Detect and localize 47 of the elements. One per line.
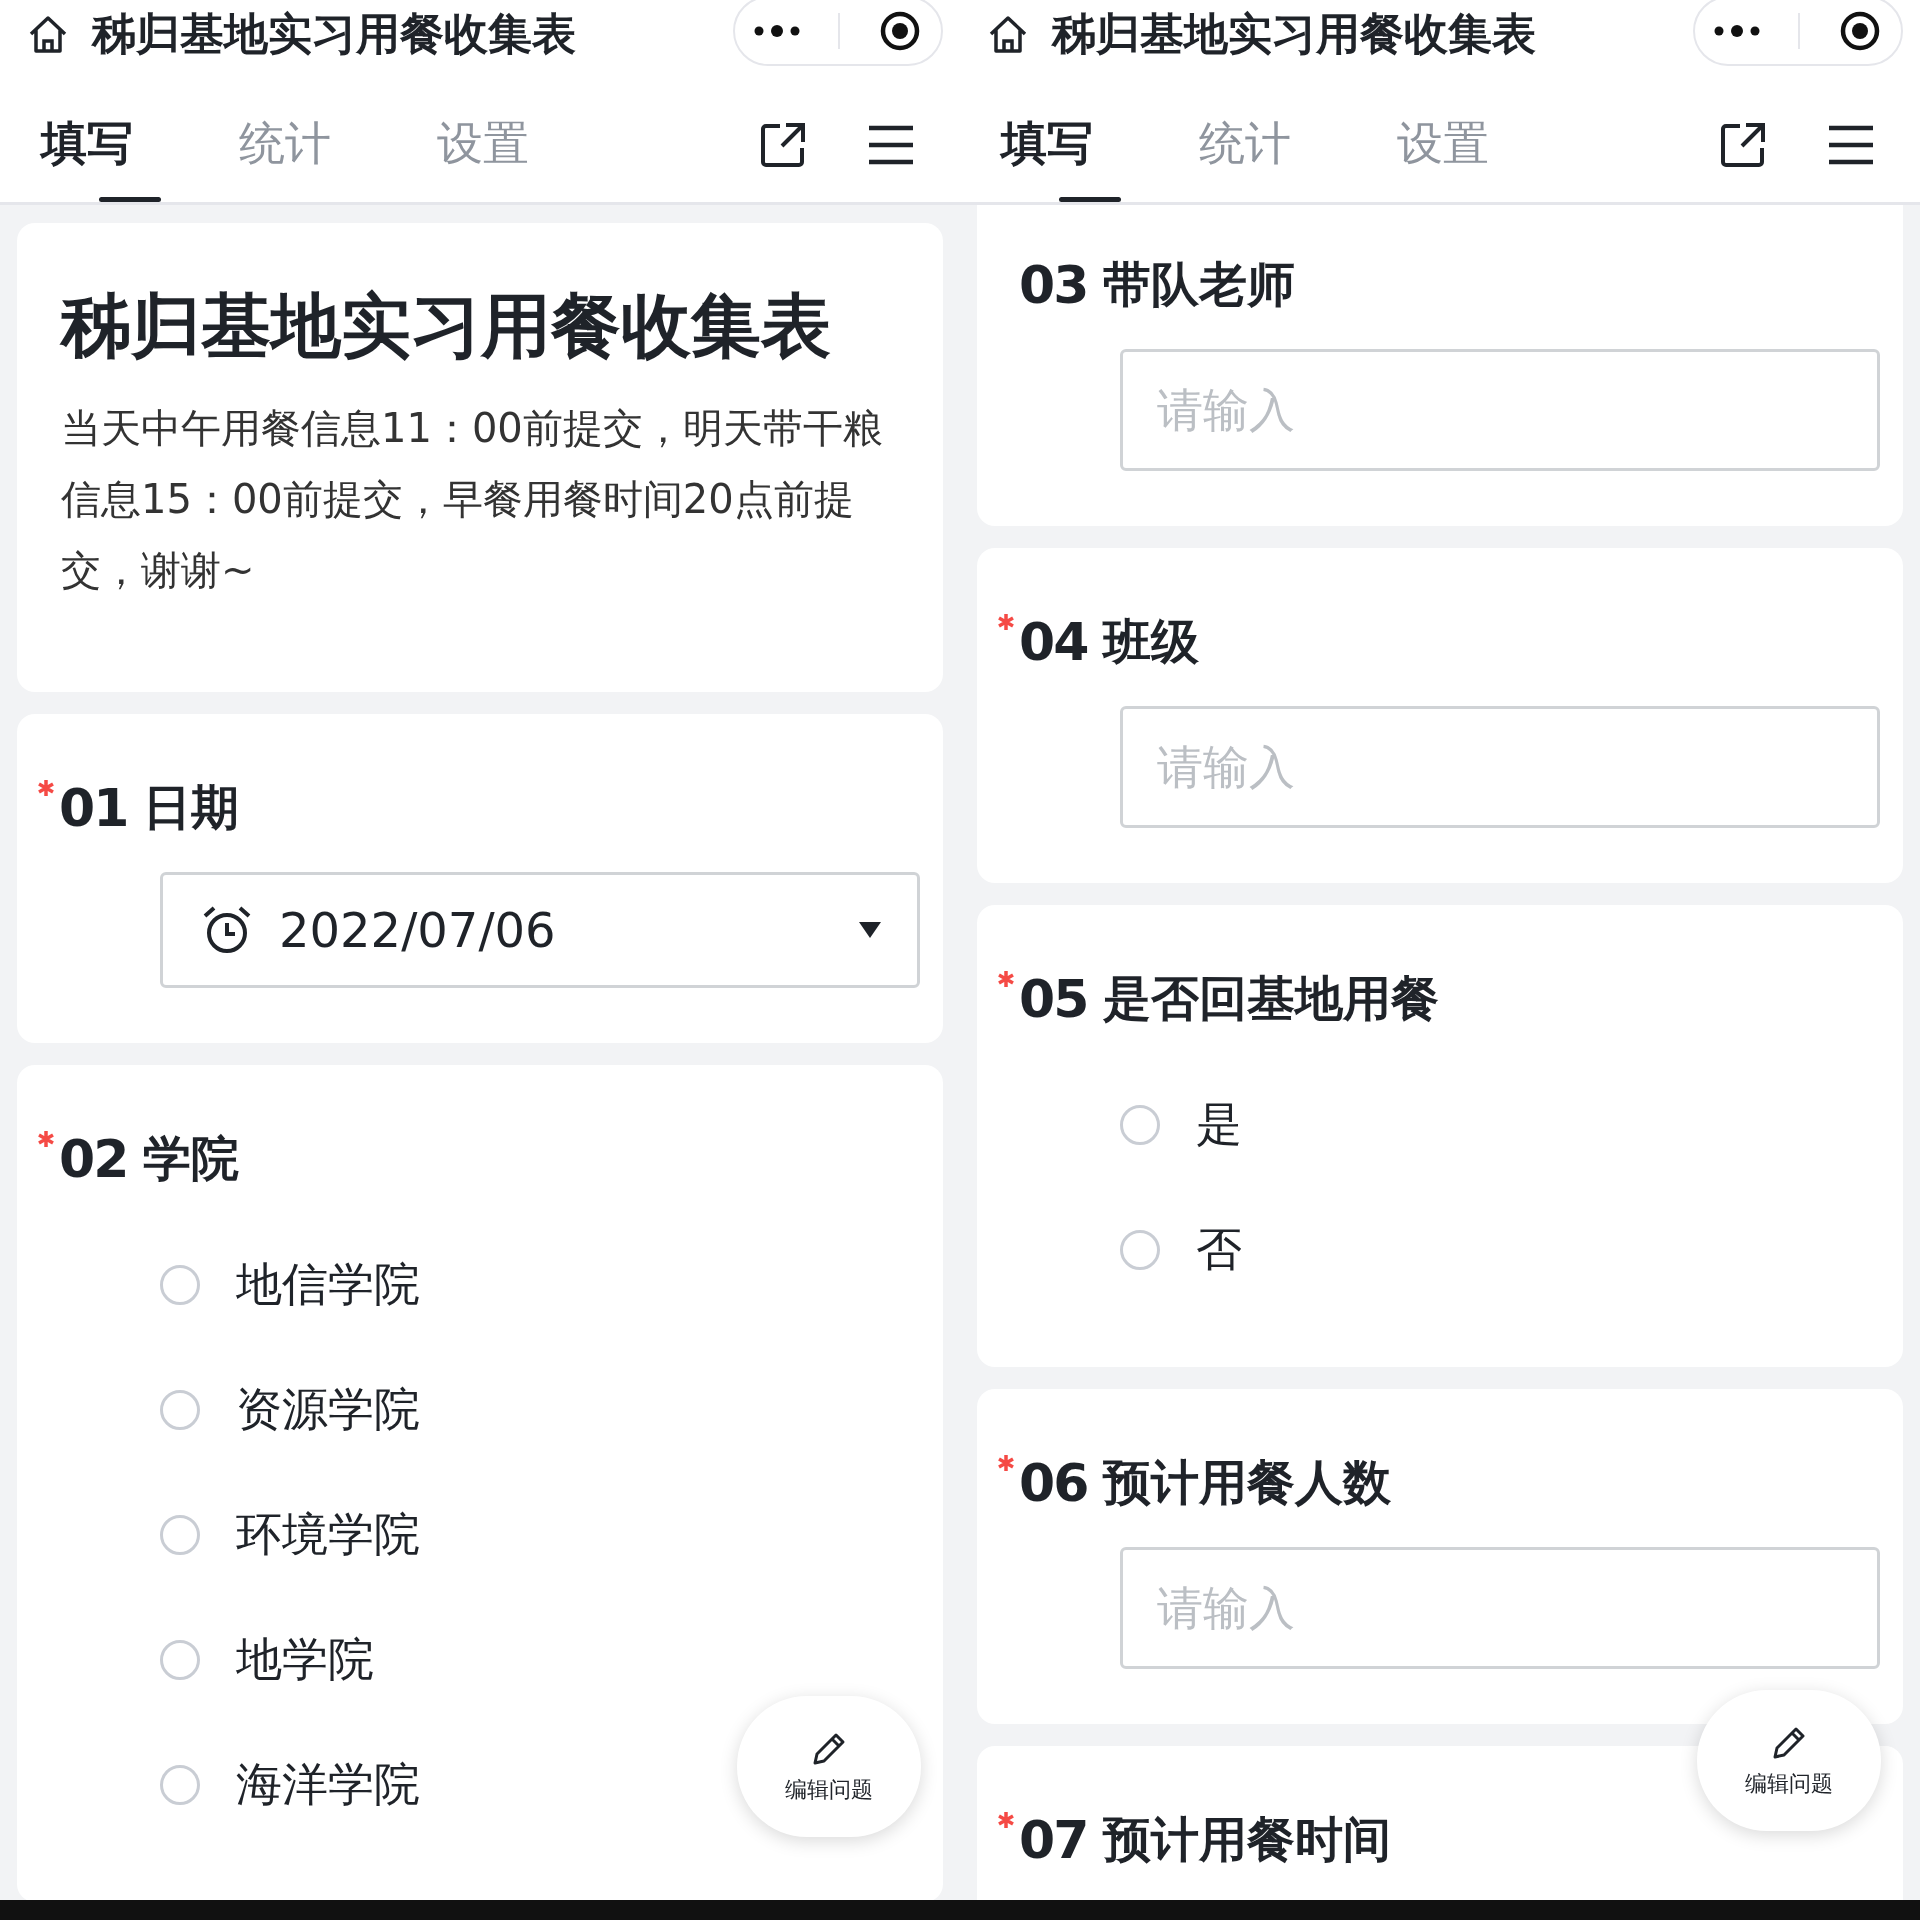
- input-field[interactable]: 请输入: [1120, 1547, 1880, 1669]
- option-label[interactable]: 否: [1196, 1218, 1242, 1281]
- question-number: 02: [59, 1129, 129, 1189]
- option-label[interactable]: 资源学院: [236, 1378, 420, 1441]
- share-icon[interactable]: [1718, 120, 1768, 170]
- question-number: 01: [59, 778, 129, 838]
- date-value: 2022/07/06: [279, 902, 557, 958]
- question-title: 日期: [143, 778, 239, 837]
- radio-button[interactable]: [1120, 1229, 1160, 1270]
- radio-button[interactable]: [160, 1389, 200, 1430]
- page-title: 秭归基地实习用餐收集表: [92, 6, 577, 61]
- radio-button[interactable]: [160, 1639, 200, 1680]
- share-icon[interactable]: [758, 120, 808, 170]
- alarm-clock-icon: [201, 904, 253, 956]
- question-number: 05: [1019, 969, 1089, 1029]
- radio-button[interactable]: [1120, 1104, 1160, 1145]
- question-title: 预计用餐时间: [1103, 1810, 1391, 1869]
- date-field[interactable]: 2022/07/06: [160, 872, 920, 988]
- radio-button[interactable]: [160, 1764, 200, 1805]
- option-label[interactable]: 海洋学院: [236, 1753, 420, 1816]
- tab[interactable]: 填写: [1001, 88, 1199, 202]
- option-label[interactable]: 地信学院: [236, 1253, 420, 1316]
- question-number: 03: [1019, 255, 1089, 315]
- option-label[interactable]: 地学院: [236, 1628, 374, 1691]
- question-title: 学院: [143, 1129, 239, 1188]
- option-label[interactable]: 是: [1196, 1093, 1242, 1156]
- question-number: 06: [1019, 1453, 1089, 1513]
- question-title: 是否回基地用餐: [1103, 969, 1439, 1028]
- question-number: 04: [1019, 612, 1089, 672]
- form-description: 当天中午用餐信息11：00前提交，明天带干粮信息15：00前提交，早餐用餐时间20点前提交，谢谢~: [61, 404, 884, 595]
- radio-button[interactable]: [160, 1514, 200, 1555]
- question-title: 预计用餐人数: [1103, 1453, 1391, 1512]
- option-label[interactable]: 环境学院: [236, 1503, 420, 1566]
- target-icon[interactable]: [878, 9, 922, 53]
- question-number: 07: [1019, 1810, 1089, 1870]
- more-icon[interactable]: [754, 24, 800, 38]
- question-title: 班级: [1103, 612, 1199, 671]
- page-title: 秭归基地实习用餐收集表: [1052, 6, 1537, 61]
- target-icon[interactable]: [1838, 9, 1882, 53]
- form-title: 秭归基地实习用餐收集表: [61, 284, 832, 369]
- input-field[interactable]: 请输入: [1120, 349, 1880, 471]
- caret-icon: [859, 922, 881, 938]
- radio-button[interactable]: [160, 1264, 200, 1305]
- more-icon[interactable]: [1714, 24, 1760, 38]
- question-title: 带队老师: [1103, 255, 1295, 314]
- tab[interactable]: 填写: [41, 88, 239, 202]
- input-field[interactable]: 请输入: [1120, 706, 1880, 828]
